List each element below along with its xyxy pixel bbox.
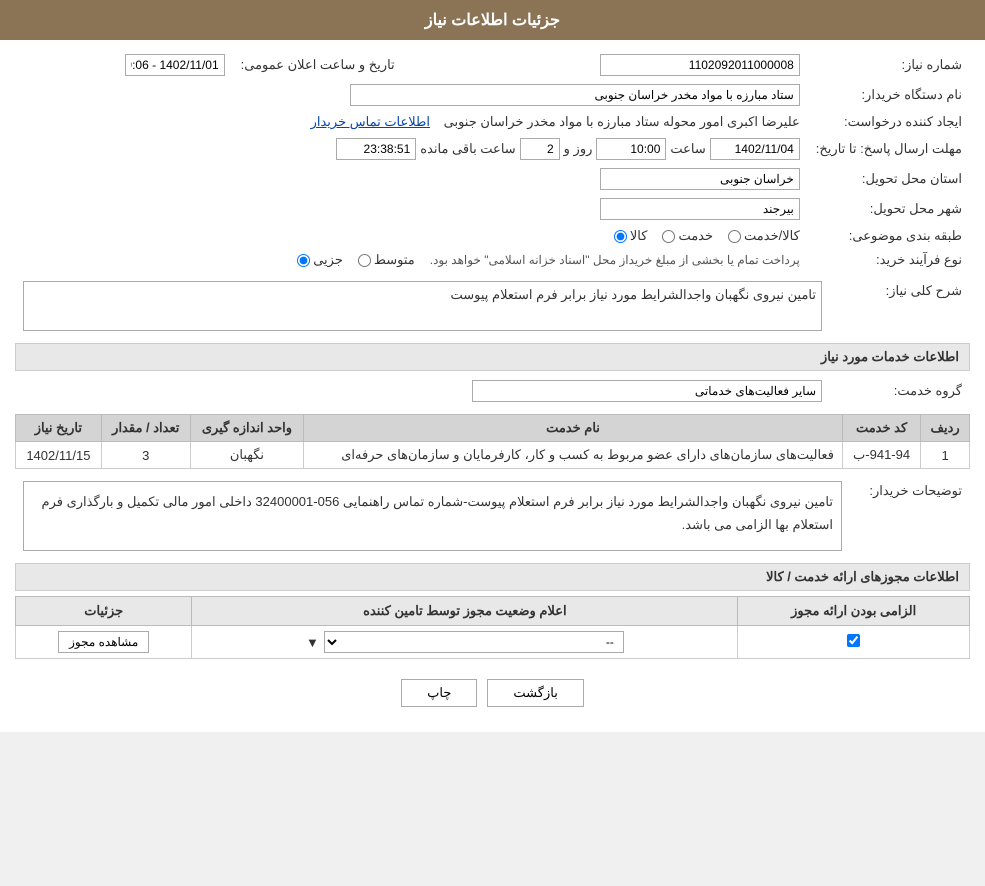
category-option-kala-khedmat[interactable]: کالا/خدمت bbox=[728, 228, 800, 244]
permits-required-checkbox[interactable] bbox=[847, 634, 860, 647]
province-label: استان محل تحویل: bbox=[808, 164, 970, 194]
print-button[interactable]: چاپ bbox=[401, 679, 477, 707]
deadline-label: مهلت ارسال پاسخ: تا تاریخ: bbox=[808, 134, 970, 164]
deadline-days-label: روز و bbox=[564, 141, 593, 157]
col-date: تاریخ نیاز bbox=[16, 415, 102, 442]
permits-col-required: الزامی بودن ارائه مجوز bbox=[738, 597, 970, 626]
cell-row: 1 bbox=[921, 442, 970, 469]
cell-code: 941-94-ب bbox=[842, 442, 920, 469]
col-unit: واحد اندازه گیری bbox=[190, 415, 303, 442]
need-number-label: شماره نیاز: bbox=[808, 50, 970, 80]
col-name: نام خدمت bbox=[304, 415, 843, 442]
requester-value: علیرضا اکبری امور محوله ستاد مبارزه با م… bbox=[444, 114, 800, 129]
general-desc-table: شرح کلی نیاز: تامین نیروی نگهبان واجدالش… bbox=[15, 277, 970, 335]
cell-name: فعالیت‌های سازمان‌های دارای عضو مربوط به… bbox=[304, 442, 843, 469]
page-header: جزئیات اطلاعات نیاز bbox=[0, 0, 985, 40]
permits-col-details: جزئیات bbox=[16, 597, 192, 626]
deadline-date-input[interactable] bbox=[710, 138, 800, 160]
buyer-remarks-box: تامین نیروی نگهبان واجدالشرایط مورد نیاز… bbox=[23, 481, 842, 551]
process-label-mutawasset: متوسط bbox=[374, 252, 415, 268]
category-radio-group: کالا/خدمت خدمت کالا bbox=[614, 228, 800, 244]
service-group-input[interactable] bbox=[472, 380, 822, 402]
permits-status-select[interactable]: -- bbox=[324, 631, 624, 653]
process-option-mutawasset[interactable]: متوسط bbox=[358, 252, 415, 268]
category-option-khedmat[interactable]: خدمت bbox=[662, 228, 713, 244]
permits-required-cell bbox=[738, 626, 970, 659]
need-number-input[interactable] bbox=[600, 54, 800, 76]
permits-col-status: اعلام وضعیت مجوز توسط تامین کننده bbox=[192, 597, 738, 626]
footer-buttons: بازگشت چاپ bbox=[15, 664, 970, 722]
buyer-org-input[interactable] bbox=[350, 84, 800, 106]
province-input[interactable] bbox=[600, 168, 800, 190]
process-radio-group: متوسط جزیی bbox=[297, 252, 415, 268]
deadline-remaining-input[interactable] bbox=[336, 138, 416, 160]
category-label: طبقه بندی موضوعی: bbox=[808, 224, 970, 248]
deadline-time-label: ساعت bbox=[670, 141, 705, 157]
service-group-label: گروه خدمت: bbox=[830, 376, 970, 406]
col-code: کد خدمت bbox=[842, 415, 920, 442]
permits-status-cell: -- ▼ bbox=[192, 626, 738, 659]
permits-row: -- ▼ مشاهده مجوز bbox=[16, 626, 970, 659]
col-count: تعداد / مقدار bbox=[101, 415, 190, 442]
process-note: پرداخت تمام یا بخشی از مبلغ خریداز محل "… bbox=[430, 253, 800, 267]
info-table: شماره نیاز: تاریخ و ساعت اعلان عمومی: نا… bbox=[15, 50, 970, 272]
view-permit-button[interactable]: مشاهده مجوز bbox=[58, 631, 149, 653]
category-label-kala: کالا bbox=[630, 228, 648, 244]
city-input[interactable] bbox=[600, 198, 800, 220]
deadline-days-input[interactable] bbox=[520, 138, 560, 160]
permits-section-title: اطلاعات مجوزهای ارائه خدمت / کالا bbox=[15, 563, 970, 591]
deadline-remaining-label: ساعت باقی مانده bbox=[420, 141, 515, 157]
service-group-table: گروه خدمت: bbox=[15, 376, 970, 406]
col-row: ردیف bbox=[921, 415, 970, 442]
general-desc-box: تامین نیروی نگهبان واجدالشرایط مورد نیاز… bbox=[23, 281, 822, 331]
permits-dropdown-icon: ▼ bbox=[306, 635, 319, 650]
back-button[interactable]: بازگشت bbox=[487, 679, 583, 707]
general-desc-label: شرح کلی نیاز: bbox=[830, 277, 970, 335]
announce-date-input[interactable] bbox=[125, 54, 225, 76]
category-label-kala-khedmat: کالا/خدمت bbox=[744, 228, 800, 244]
services-section-title: اطلاعات خدمات مورد نیاز bbox=[15, 343, 970, 371]
buyer-org-label: نام دستگاه خریدار: bbox=[808, 80, 970, 110]
requester-label: ایجاد کننده درخواست: bbox=[808, 110, 970, 134]
remarks-table: توضیحات خریدار: تامین نیروی نگهبان واجدا… bbox=[15, 477, 970, 555]
process-label-jozyi: جزیی bbox=[313, 252, 343, 268]
cell-date: 1402/11/15 bbox=[16, 442, 102, 469]
cell-count: 3 bbox=[101, 442, 190, 469]
permits-table: الزامی بودن ارائه مجوز اعلام وضعیت مجوز … bbox=[15, 596, 970, 659]
city-label: شهر محل تحویل: bbox=[808, 194, 970, 224]
table-row: 1 941-94-ب فعالیت‌های سازمان‌های دارای ع… bbox=[16, 442, 970, 469]
category-label-khedmat: خدمت bbox=[678, 228, 713, 244]
category-option-kala[interactable]: کالا bbox=[614, 228, 648, 244]
process-option-jozyi[interactable]: جزیی bbox=[297, 252, 343, 268]
deadline-time-input[interactable] bbox=[596, 138, 666, 160]
services-table: ردیف کد خدمت نام خدمت واحد اندازه گیری ت… bbox=[15, 414, 970, 469]
cell-unit: نگهبان bbox=[190, 442, 303, 469]
process-label: نوع فرآیند خرید: bbox=[808, 248, 970, 272]
contact-link[interactable]: اطلاعات تماس خریدار bbox=[311, 114, 430, 129]
permits-details-cell: مشاهده مجوز bbox=[16, 626, 192, 659]
buyer-remarks-label: توضیحات خریدار: bbox=[850, 477, 970, 555]
page-title: جزئیات اطلاعات نیاز bbox=[425, 12, 560, 29]
announce-date-label: تاریخ و ساعت اعلان عمومی: bbox=[233, 50, 403, 80]
